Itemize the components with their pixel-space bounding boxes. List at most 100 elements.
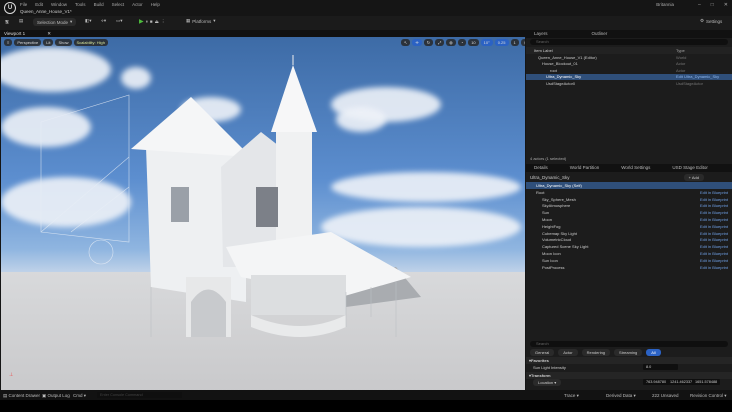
component-row[interactable]: SkyAtmosphere Edit in Blueprint [526, 203, 732, 210]
pause-icon[interactable]: ⏸ [146, 19, 148, 24]
edit-in-blueprint-link[interactable]: Edit in Blueprint [700, 190, 728, 195]
content-icon[interactable]: ▤ [19, 18, 23, 24]
viewport-tab[interactable]: Viewport 1 ✕ [0, 30, 526, 37]
menu-actor[interactable]: Actor [132, 2, 143, 7]
edit-in-blueprint-link[interactable]: Edit in Blueprint [700, 258, 728, 263]
menu-help[interactable]: Help [151, 2, 160, 7]
angle-snap[interactable]: 10° [480, 39, 493, 46]
content-drawer-button[interactable]: ▤ Content Drawer [3, 393, 40, 399]
menu-select[interactable]: Select [112, 2, 125, 7]
component-row[interactable]: Cubemap Sky Light Edit in Blueprint [526, 230, 732, 237]
component-self[interactable]: Ultra_Dynamic_Sky (Self) [526, 182, 732, 189]
menu-file[interactable]: File [20, 2, 27, 7]
menu-tools[interactable]: Tools [75, 2, 86, 7]
section-transform[interactable]: ▾ Transform [526, 372, 732, 379]
component-row[interactable]: Sky_Sphere_Mesh Edit in Blueprint [526, 196, 732, 203]
cmd-dropdown[interactable]: Cmd ▾ [73, 393, 86, 399]
surface-snap-icon[interactable]: ◔ [457, 39, 467, 46]
edit-in-blueprint-link[interactable]: Edit in Blueprint [700, 210, 728, 215]
details-search-input[interactable]: Search [530, 341, 728, 347]
world-icon[interactable]: ◍ [446, 39, 456, 46]
settings-button[interactable]: ⚙ Settings [700, 18, 722, 24]
add-component-button[interactable]: + Add [683, 173, 704, 181]
console-input[interactable]: Enter Console Command [97, 392, 182, 398]
sun-intensity-input[interactable]: 8.0 [643, 364, 678, 371]
blueprint-icon[interactable]: ⋄▾ [101, 18, 106, 24]
edit-in-blueprint-link[interactable]: Edit in Blueprint [700, 203, 728, 208]
level-viewport[interactable]: ≡ Perspective Lit Show Scalability: High… [1, 37, 525, 390]
section-favorites[interactable]: ▾ Favorites [526, 357, 732, 364]
output-log-button[interactable]: ▣ Output Log [42, 393, 70, 399]
edit-in-blueprint-link[interactable]: Edit in Blueprint [700, 244, 728, 249]
edit-in-blueprint-link[interactable]: Edit in Blueprint [700, 265, 728, 270]
component-row[interactable]: Sun Edit in Blueprint [526, 209, 732, 216]
viewport-layout-icon[interactable]: ◎ [520, 39, 525, 46]
outliner-row[interactable]: UsdStageActor0 UsdStageActor [526, 80, 732, 87]
stop-icon[interactable]: ■ [150, 19, 153, 24]
tab-world-settings[interactable]: World Settings [621, 165, 650, 171]
component-row[interactable]: Moon Edit in Blueprint [526, 216, 732, 223]
component-row[interactable]: VolumetricCloud Edit in Blueprint [526, 237, 732, 244]
menu-window[interactable]: Window [51, 2, 67, 7]
col-item-label[interactable]: Item Label [534, 48, 553, 53]
unreal-logo[interactable]: U [4, 2, 16, 14]
save-icon[interactable]: 🖫 [5, 18, 9, 26]
component-row[interactable]: Captured Scene Sky Light Edit in Blueprin… [526, 243, 732, 250]
close-tab-icon[interactable]: ✕ [47, 31, 51, 36]
platforms-button[interactable]: ▦ Platforms ▾ [186, 18, 216, 24]
lit-button[interactable]: Lit [43, 39, 54, 46]
edit-in-blueprint-link[interactable]: Edit in Blueprint [700, 251, 728, 256]
scale-icon[interactable]: ⤢ [435, 39, 445, 46]
maximize-icon[interactable]: □ [711, 2, 714, 8]
more-icon[interactable]: ⋮ [161, 19, 166, 25]
filter-general[interactable]: General [530, 348, 555, 356]
add-actor-icon[interactable]: ◧▾ [85, 18, 92, 24]
location-x-input[interactable]: 763.948780 [643, 379, 670, 386]
play-icon[interactable]: ▶ [139, 18, 144, 25]
edit-in-blueprint-link[interactable]: Edit in Blueprint [700, 237, 728, 242]
derived-data-button[interactable]: Derived Data ▾ [606, 393, 636, 399]
tab-layers[interactable]: Layers [534, 31, 548, 37]
trace-button[interactable]: Trace ▾ [564, 393, 579, 399]
component-row[interactable]: Moon Icon Edit in Blueprint [526, 250, 732, 257]
selection-mode-dropdown[interactable]: Selection Mode ▾ [33, 18, 77, 26]
outliner-search-input[interactable]: Search [530, 39, 728, 45]
scalability-badge[interactable]: Scalability: High [73, 39, 108, 46]
tab-usd-stage-editor[interactable]: USD Stage Editor [672, 165, 708, 171]
component-row[interactable]: Sun Icon Edit in Blueprint [526, 257, 732, 264]
edit-in-blueprint-link[interactable]: Edit in Blueprint [700, 231, 728, 236]
translate-icon[interactable]: ✛ [412, 39, 422, 46]
filter-actor[interactable]: Actor [558, 348, 578, 356]
component-row[interactable]: Root Edit in Blueprint [526, 189, 732, 196]
grid-snap[interactable]: 10 [468, 39, 479, 46]
tab-outliner[interactable]: Outliner [592, 31, 608, 37]
component-row[interactable]: HeightFog Edit in Blueprint [526, 223, 732, 230]
location-z-input[interactable]: 1651.578488 [692, 379, 721, 386]
perspective-button[interactable]: Perspective [14, 39, 42, 46]
edit-in-blueprint-link[interactable]: Edit in Blueprint [700, 224, 728, 229]
show-button[interactable]: Show [55, 39, 72, 46]
minimize-icon[interactable]: – [698, 2, 701, 8]
tab-details[interactable]: Details [534, 165, 548, 171]
edit-in-blueprint-link[interactable]: Edit in Blueprint [700, 217, 728, 222]
filter-streaming[interactable]: Streaming [614, 348, 643, 356]
menu-edit[interactable]: Edit [35, 2, 43, 7]
select-icon[interactable]: ↖ [401, 39, 411, 46]
close-icon[interactable]: ✕ [724, 2, 728, 8]
filter-rendering[interactable]: Rendering [581, 348, 611, 356]
tab-world-partition[interactable]: World Partition [570, 165, 599, 171]
scale-snap[interactable]: 0.25 [494, 39, 509, 46]
filter-all[interactable]: All [646, 348, 661, 356]
camera-speed[interactable]: 1 [510, 39, 519, 46]
eject-icon[interactable]: ⏏ [155, 19, 159, 25]
location-y-input[interactable]: 1241.462337 [667, 379, 696, 386]
viewport-menu-icon[interactable]: ≡ [4, 39, 13, 46]
col-type[interactable]: Type [676, 48, 685, 53]
rotate-icon[interactable]: ↻ [423, 39, 434, 46]
cinematics-icon[interactable]: ▭▾ [116, 18, 123, 24]
unsaved-button[interactable]: 222 Unsaved [652, 393, 679, 398]
component-row[interactable]: PostProcess Edit in Blueprint [526, 264, 732, 271]
project-tab[interactable]: Queen_Anne_House_V1* [20, 9, 72, 14]
menu-build[interactable]: Build [94, 2, 104, 7]
revision-control-button[interactable]: Revision Control ▾ [690, 393, 727, 399]
